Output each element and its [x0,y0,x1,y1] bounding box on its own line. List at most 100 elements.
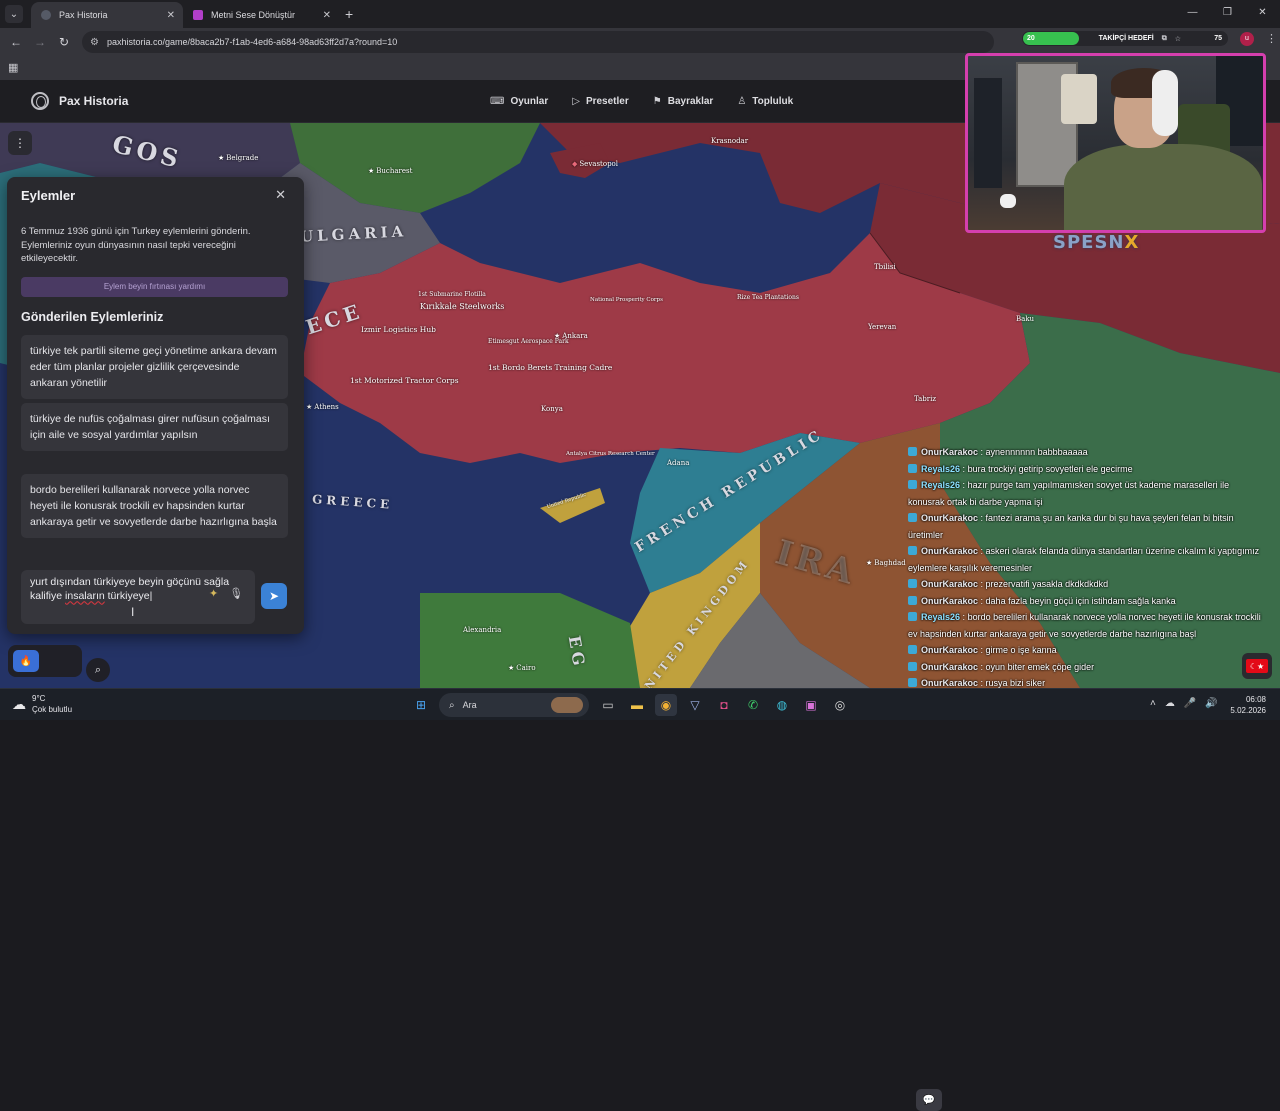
city-cairo[interactable]: ★ Cairo [508,664,536,672]
cam-monitor [974,78,1002,188]
chat-text: prezervatifi yasakla dkdkdkdkd [985,579,1109,589]
nav-bayraklar[interactable]: ⚑ Bayraklar [653,96,714,107]
chat-button[interactable]: 💬 [916,1089,942,1111]
project-antalya[interactable]: Antalya Citrus Research Center [566,451,655,457]
egypt-territory[interactable] [420,593,640,688]
city-tbilisi[interactable]: Tbilisi [874,263,896,271]
globe-logo-icon [31,92,49,110]
browser-menu-icon[interactable]: ⋮ [1266,32,1277,45]
task-view-icon[interactable]: ▭ [597,694,619,716]
country-flag-button[interactable]: ☾★ [1242,653,1272,679]
app-logo[interactable]: Pax Historia [31,92,128,110]
panel-description: 6 Temmuz 1936 günü için Turkey eylemleri… [21,226,251,264]
chat-message: Reyals26 : bordo berelileri kullanarak n… [908,609,1268,642]
city-baku[interactable]: Baku [1016,315,1034,323]
apps-grid-icon[interactable]: ▦ [8,61,18,74]
map-search-button[interactable]: ⌕ [86,658,110,682]
taskbar-clock[interactable]: 06:08 5.02.2026 [1230,694,1266,716]
brainstorm-button[interactable]: Eylem beyin fırtınası yardımı [21,277,288,297]
city-adana[interactable]: Adana [667,459,689,467]
cam-person-body [1064,144,1262,230]
chat-badge-icon [908,661,917,671]
tab-pax-historia[interactable]: Pax Historia ✕ [31,2,183,28]
tray-mic-icon[interactable]: 🎤 [1184,698,1196,709]
back-icon[interactable]: ← [4,35,28,49]
chat-text: bura trockiyi getirip sovyetleri ele gec… [967,463,1133,474]
address-bar-row: ← → ↻ ⚙ paxhistoria.co/game/8baca2b7-f1a… [0,28,1280,56]
city-krasnodar[interactable]: Krasnodar [711,137,748,145]
sparkle-icon[interactable]: ✦ [209,587,218,600]
project-izmir[interactable]: Izmir Logistics Hub [361,325,436,334]
tray-cloud-icon[interactable]: ☁ [1165,698,1175,709]
chat-badge-icon [908,579,917,588]
profile-avatar[interactable]: u [1240,31,1254,46]
tray-chevron-icon[interactable]: ˄ [1150,698,1156,709]
chat-message: Reyals26 : hazır purge tam yapılmamısken… [908,477,1268,510]
reload-icon[interactable]: ↻ [52,35,76,49]
chrome-icon[interactable]: ◉ [655,694,677,716]
city-konya[interactable]: Konya [541,405,563,413]
logo-text: SPESN [1053,232,1125,253]
project-tractor[interactable]: 1st Motorized Tractor Corps [350,376,459,385]
maximize-icon[interactable]: ❐ [1210,0,1245,28]
tab-close-icon[interactable]: ✕ [323,10,331,21]
project-bordo[interactable]: 1st Bordo Berets Training Cadre [488,363,612,372]
whatsapp-icon[interactable]: ✆ [742,694,764,716]
tray-volume-icon[interactable]: 🔊 [1205,698,1217,709]
city-bucharest[interactable]: ★ Bucharest [368,167,412,175]
microphone-icon[interactable]: 🎙 [229,587,243,600]
photos-icon[interactable]: ▣ [800,694,822,716]
tab-close-icon[interactable]: ✕ [167,10,175,21]
chat-message: OnurKarakoc : askeri olarak felanda düny… [908,543,1268,576]
chat-message: Reyals26 : bura trockiyi getirip sovyetl… [908,461,1268,478]
chat-message: OnurKarakoc : prezervatifi yasakla dkdkd… [908,576,1268,593]
taskbar-search[interactable]: ⌕ Ara [439,693,589,717]
city-tabriz[interactable]: Tabriz [914,395,936,403]
nav-oyunlar[interactable]: ⌨ Oyunlar [490,96,548,107]
tab-metni-sese[interactable]: Metni Sese Dönüştür ✕ [183,2,339,28]
city-baghdad[interactable]: ★ Baghdad [866,559,906,567]
chat-username: Reyals26 [921,463,961,474]
map-menu-button[interactable]: ⋮ [8,131,32,155]
project-name: 1st Submarine Flotilla [418,291,486,298]
city-alexandria[interactable]: Alexandria [463,626,501,634]
project-rize[interactable]: Rize Tea Plantations [737,294,799,301]
city-name: Alexandria [463,626,502,634]
vpn-icon[interactable]: ▽ [684,694,706,716]
city-sevastopol[interactable]: ◆ Sevastopol [572,160,618,168]
project-submarine[interactable]: 1st Submarine Flotilla [418,291,486,298]
weather-widget[interactable]: ☁ 9°C Çok bulutlu [12,693,72,715]
city-name: Tabriz [914,395,937,403]
tab-search-icon[interactable]: ⌄ [5,5,23,23]
city-name: Krasnodar [711,137,749,145]
chat-message: OnurKarakoc : oyun biter emek çöpe gider [908,659,1268,676]
close-icon[interactable]: ✕ [275,187,286,203]
chat-username: OnurKarakoc [921,579,979,589]
site-info-icon[interactable]: ⚙ [90,37,99,48]
file-explorer-icon[interactable]: ▬ [626,694,648,716]
city-yerevan[interactable]: Yerevan [868,323,896,331]
city-belgrade[interactable]: ★ Belgrade [218,154,258,162]
forward-icon[interactable]: → [28,35,52,49]
chat-badge-icon [908,447,917,456]
project-kirikkale[interactable]: Kırıkkale Steelworks [420,302,504,311]
city-athens[interactable]: ★ Athens [306,403,339,411]
send-button[interactable]: ➤ [261,583,287,609]
nav-presetler[interactable]: ▷ Presetler [572,96,629,107]
actions-button[interactable]: 🔥 [13,650,39,672]
start-icon[interactable]: ⊞ [410,694,432,716]
extensions-icon[interactable]: ⧉ [1162,35,1167,43]
edge-icon[interactable]: ◍ [771,694,793,716]
project-npc[interactable]: National Prosperity Corps [590,297,663,303]
obs-icon[interactable]: ◎ [829,694,851,716]
minimize-icon[interactable]: — [1175,0,1210,28]
window-close-icon[interactable]: ✕ [1245,0,1280,28]
new-tab-icon[interactable]: + [345,6,353,22]
nav-topluluk[interactable]: ♙ Topluluk [737,96,793,107]
chat-username: Reyals26 [921,612,961,622]
instagram-icon[interactable]: ◘ [713,694,735,716]
project-etimesgut[interactable]: Etimesgut Aerospace Park [488,338,569,345]
bookmark-star-icon[interactable]: ☆ [1175,35,1181,43]
project-name: 1st Bordo Berets Training Cadre [488,363,613,372]
url-input[interactable]: ⚙ paxhistoria.co/game/8baca2b7-f1ab-4ed6… [82,31,994,53]
